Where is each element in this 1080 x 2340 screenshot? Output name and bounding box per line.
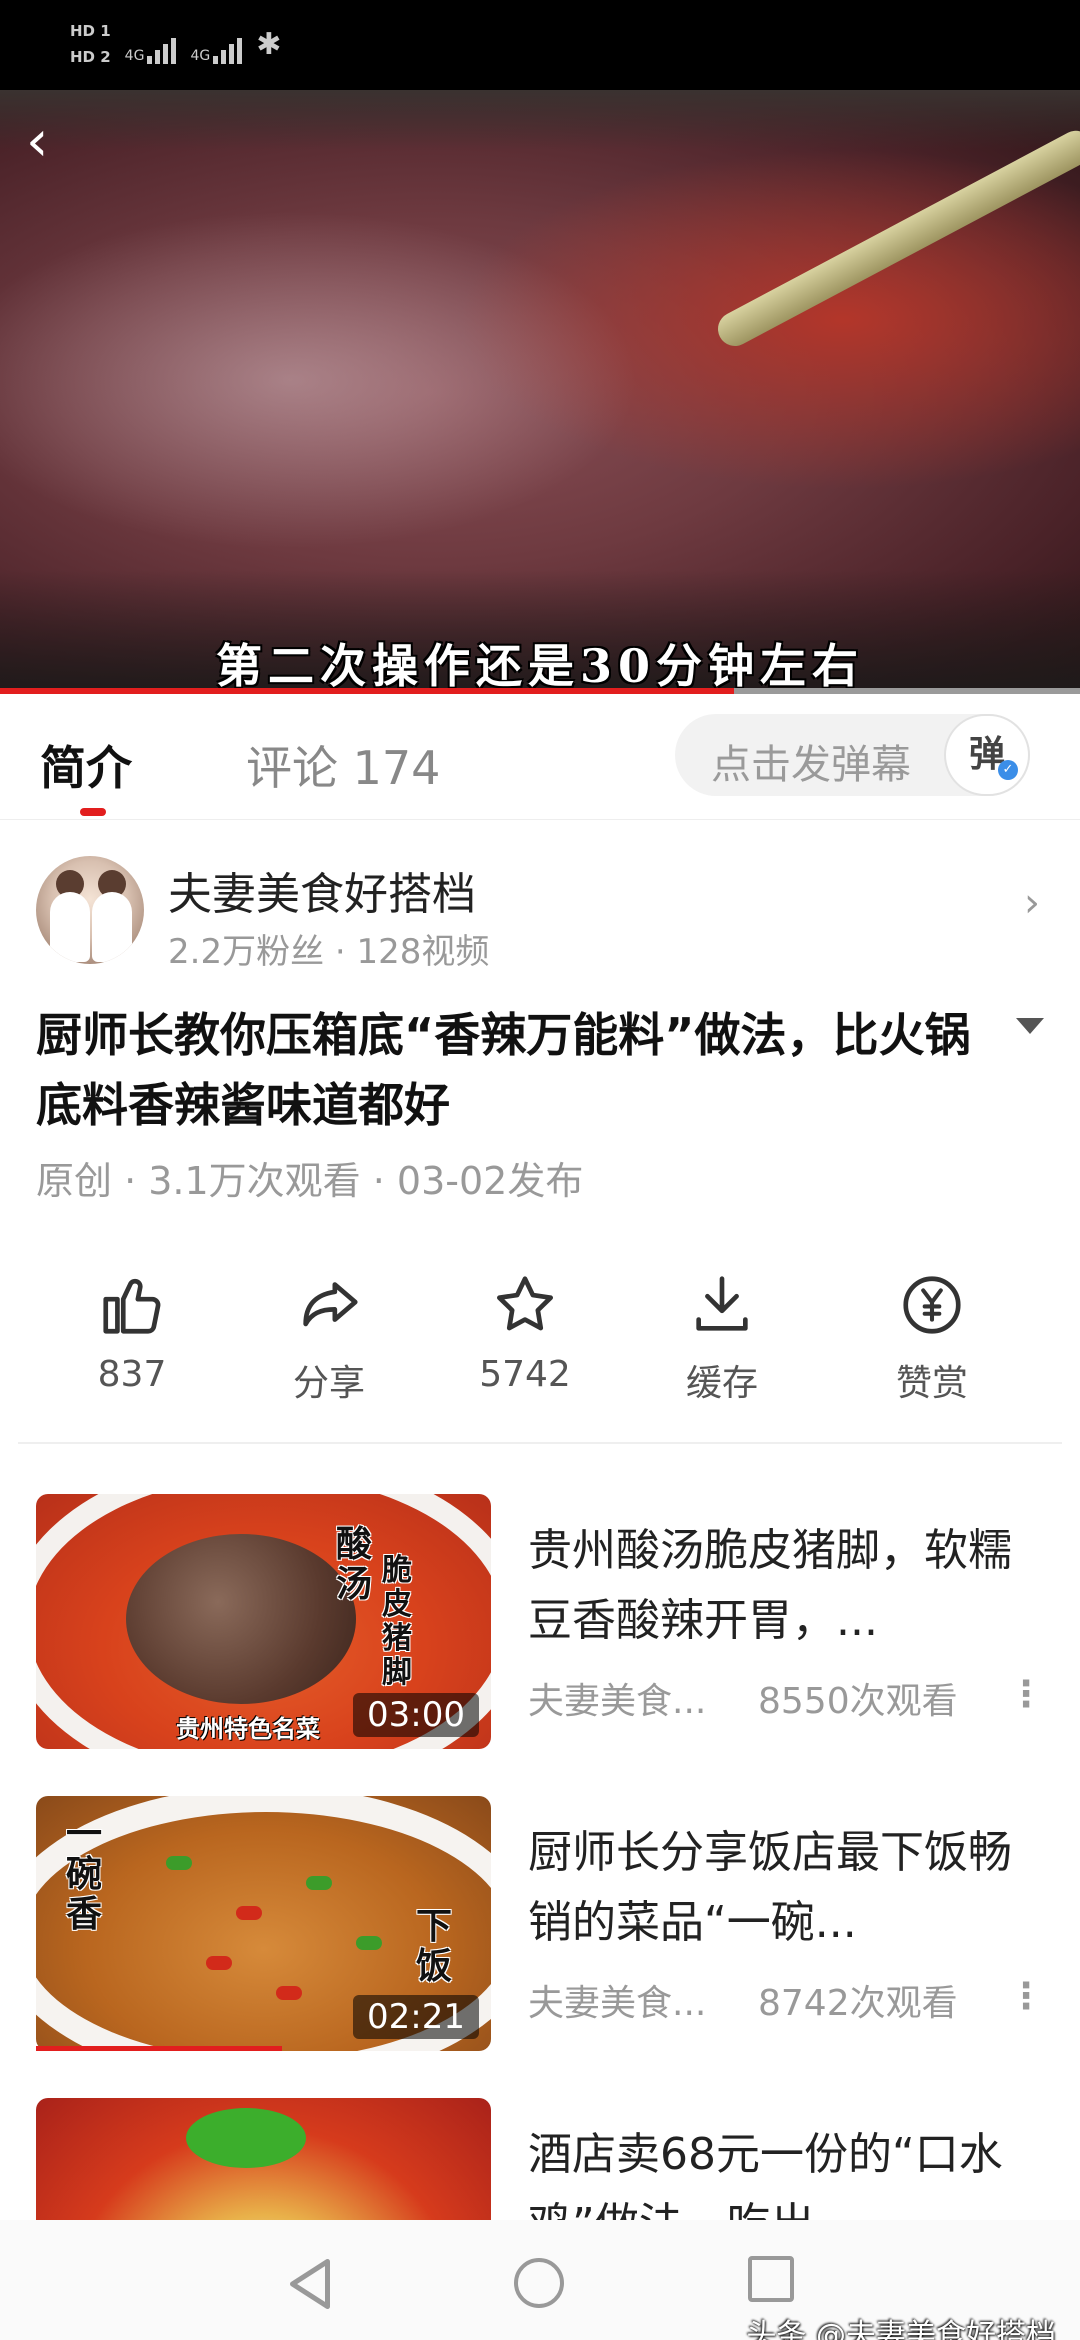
danmaku-toggle-button[interactable]: 弹 ✓: [944, 714, 1030, 796]
yuan-coin-icon: [903, 1276, 961, 1334]
related-thumbnail[interactable]: 一碗香 下饭 02:21: [36, 1796, 491, 2051]
author-meta: 2.2万粉丝 · 128视频: [168, 932, 490, 972]
share-button[interactable]: 分享: [249, 1270, 409, 1406]
tab-active-indicator: [80, 808, 106, 816]
author-row[interactable]: 夫妻美食好搭档 2.2万粉丝 · 128视频 ›: [0, 840, 1080, 980]
sim-indicator: HD 1 HD 2: [70, 18, 111, 70]
tip-label: 赞赏: [895, 1363, 968, 1404]
thumb-text: 下饭: [416, 1905, 453, 1987]
back-arrow-icon[interactable]: ‹: [26, 112, 76, 172]
net1-label: 4G: [124, 48, 145, 64]
bluetooth-icon: ✱: [256, 26, 282, 62]
check-badge-icon: ✓: [998, 760, 1018, 780]
chevron-right-icon[interactable]: ›: [1024, 880, 1040, 926]
danmaku-placeholder: 点击发弹幕: [711, 742, 911, 788]
action-bar: 837 分享 5742 缓存 赞赏: [0, 1270, 1080, 1420]
thumb-text: 酸汤: [336, 1523, 373, 1605]
sim1-label: HD 1: [70, 22, 111, 40]
related-thumbnail[interactable]: [36, 2098, 491, 2220]
video-meta: 原创 · 3.1万次观看 · 03-02发布: [36, 1159, 584, 1203]
duration-badge: 02:21: [353, 1995, 479, 2039]
favorite-count: 5742: [479, 1354, 571, 1395]
related-views: 8550次观看: [758, 1681, 958, 1722]
download-icon: [696, 1276, 748, 1331]
related-author: 夫妻美食...: [528, 1681, 707, 1722]
nav-recent-apps-icon[interactable]: [748, 2256, 794, 2302]
expand-triangle-icon[interactable]: [1016, 1018, 1044, 1034]
download-button[interactable]: 缓存: [642, 1270, 802, 1406]
tip-button[interactable]: 赞赏: [852, 1270, 1012, 1406]
avatar[interactable]: [36, 856, 144, 964]
more-vertical-icon[interactable]: ⋮: [1008, 1976, 1044, 2017]
net2-label: 4G: [190, 48, 211, 64]
section-divider: [18, 1442, 1062, 1444]
danmaku-input[interactable]: 点击发弹幕 弹 ✓: [675, 714, 1030, 796]
watermark: 头条 @夫妻美食好搭档: [746, 2318, 1056, 2340]
status-bar: HD 1 HD 2 4G 4G ✱: [0, 0, 1080, 90]
related-views: 8742次观看: [758, 1983, 958, 2024]
signal-2: 4G: [190, 24, 243, 64]
watch-progress-bar: [36, 2046, 282, 2051]
star-icon: [497, 1276, 553, 1331]
thumb-text: 贵州特色名菜: [176, 1714, 320, 1743]
related-title[interactable]: 厨师长分享饭店最下饭畅销的菜品“一碗...: [528, 1818, 1048, 1958]
nav-back-icon[interactable]: [285, 2256, 335, 2312]
like-count: 837: [97, 1354, 167, 1395]
related-video-item[interactable]: 酸汤 脆皮猪脚 贵州特色名菜 03:00 贵州酸汤脆皮猪脚，软糯豆香酸辣开胃，.…: [0, 1494, 1080, 1754]
thumbs-up-icon: [103, 1278, 161, 1334]
download-label: 缓存: [685, 1363, 758, 1404]
signal-bars-icon: [147, 34, 177, 64]
like-button[interactable]: 837: [52, 1270, 212, 1395]
thumb-text: 脆皮猪脚: [382, 1553, 412, 1690]
author-name[interactable]: 夫妻美食好搭档: [168, 858, 476, 922]
more-vertical-icon[interactable]: ⋮: [1008, 1674, 1044, 1715]
thumb-text: 一碗香: [66, 1813, 103, 1935]
nav-home-icon[interactable]: [514, 2258, 564, 2308]
tab-comments[interactable]: 评论 174: [246, 732, 440, 798]
signal-1: 4G: [125, 24, 177, 64]
duration-badge: 03:00: [353, 1693, 479, 1737]
signal-bars-icon: [213, 34, 243, 64]
related-video-item[interactable]: 酒店卖68元一份的“口水鸡”做法，吃出: [0, 2098, 1080, 2220]
related-thumbnail[interactable]: 酸汤 脆皮猪脚 贵州特色名菜 03:00: [36, 1494, 491, 1749]
sim2-label: HD 2: [70, 48, 111, 66]
video-player[interactable]: [0, 90, 1080, 694]
status-icons: HD 1 HD 2 4G 4G ✱: [70, 18, 281, 70]
share-icon: [303, 1282, 358, 1327]
favorite-button[interactable]: 5742: [445, 1270, 605, 1395]
share-label: 分享: [292, 1363, 365, 1404]
video-title: 厨师长教你压箱底“香辣万能料”做法，比火锅底料香辣酱味道都好: [36, 1008, 971, 1132]
tab-intro[interactable]: 简介: [40, 732, 132, 798]
related-title[interactable]: 贵州酸汤脆皮猪脚，软糯豆香酸辣开胃，...: [528, 1516, 1048, 1656]
tab-bar: 简介 评论 174 点击发弹幕 弹 ✓: [0, 694, 1080, 820]
related-title[interactable]: 酒店卖68元一份的“口水鸡”做法，吃出: [528, 2120, 1048, 2220]
video-subtitle: 第二次操作还是30分钟左右: [215, 639, 864, 693]
related-video-item[interactable]: 一碗香 下饭 02:21 厨师长分享饭店最下饭畅销的菜品“一碗... 夫妻美食.…: [0, 1796, 1080, 2056]
related-author: 夫妻美食...: [528, 1983, 707, 2024]
